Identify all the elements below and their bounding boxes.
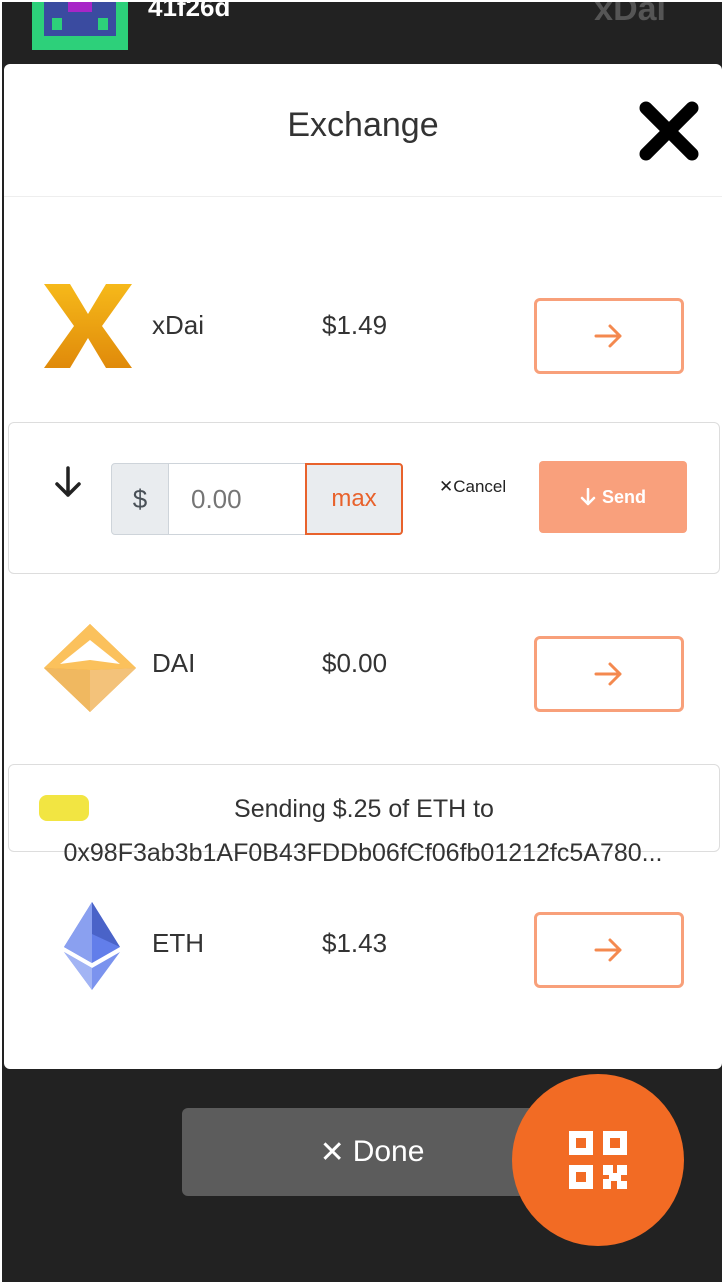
close-small-icon: ✕ — [439, 477, 454, 496]
xdai-icon — [44, 284, 132, 368]
exchange-arrow-button[interactable] — [534, 636, 684, 712]
exchange-modal: Exchange xDai $1.49 $ 0.00 max ✕Cancel S… — [4, 64, 722, 1069]
close-icon: ✕ — [319, 1135, 345, 1169]
token-row-eth: ETH $1.43 — [4, 890, 722, 1020]
send-button[interactable]: Send — [539, 461, 687, 533]
token-name: xDai — [152, 310, 205, 340]
arrow-right-icon — [594, 938, 622, 962]
exchange-arrow-button[interactable] — [534, 298, 684, 374]
token-balance: $1.49 — [322, 310, 388, 340]
qr-scan-button[interactable] — [512, 1074, 684, 1246]
modal-title: Exchange — [287, 106, 439, 144]
cancel-label: Cancel — [453, 477, 507, 496]
done-label: Done — [352, 1135, 425, 1168]
cancel-button[interactable]: ✕Cancel — [439, 477, 506, 497]
arrow-right-icon — [594, 324, 622, 348]
arrow-down-icon — [55, 466, 81, 497]
network-label: xDai — [594, 2, 666, 28]
done-button[interactable]: ✕ Done — [182, 1108, 562, 1196]
send-label: Send — [601, 486, 646, 507]
token-name: ETH — [152, 928, 204, 958]
notice-text: Sending $.25 of ETH to — [234, 795, 494, 823]
notice-address: 0x98F3ab3b1AF0B43FDDb06fCf06fb01212fc5A7… — [63, 839, 663, 867]
token-balance: $0.00 — [322, 648, 388, 678]
token-row-xdai: xDai $1.49 — [4, 272, 722, 402]
app-frame: 41f26d xDai Exchange xDai $1.49 $ 0.00 m… — [2, 2, 722, 1282]
dai-icon — [44, 624, 136, 712]
token-name: DAI — [152, 648, 196, 678]
max-button[interactable]: max — [305, 463, 403, 535]
account-avatar[interactable] — [32, 2, 128, 50]
close-icon[interactable] — [638, 100, 700, 162]
amount-input-group: $ max — [111, 463, 403, 535]
currency-addon: $ — [111, 463, 169, 535]
amount-input[interactable] — [169, 463, 305, 535]
token-balance: $1.43 — [322, 928, 388, 958]
exchange-arrow-button[interactable] — [534, 912, 684, 988]
token-row-dai: DAI $0.00 — [4, 610, 722, 740]
eth-icon — [64, 902, 120, 990]
qr-code-icon — [569, 1131, 627, 1189]
arrow-right-icon — [594, 662, 622, 686]
modal-header: Exchange — [4, 64, 722, 197]
arrow-down-icon — [580, 488, 596, 506]
send-panel: $ max ✕Cancel Send — [8, 422, 720, 574]
account-name: 41f26d — [148, 2, 231, 22]
